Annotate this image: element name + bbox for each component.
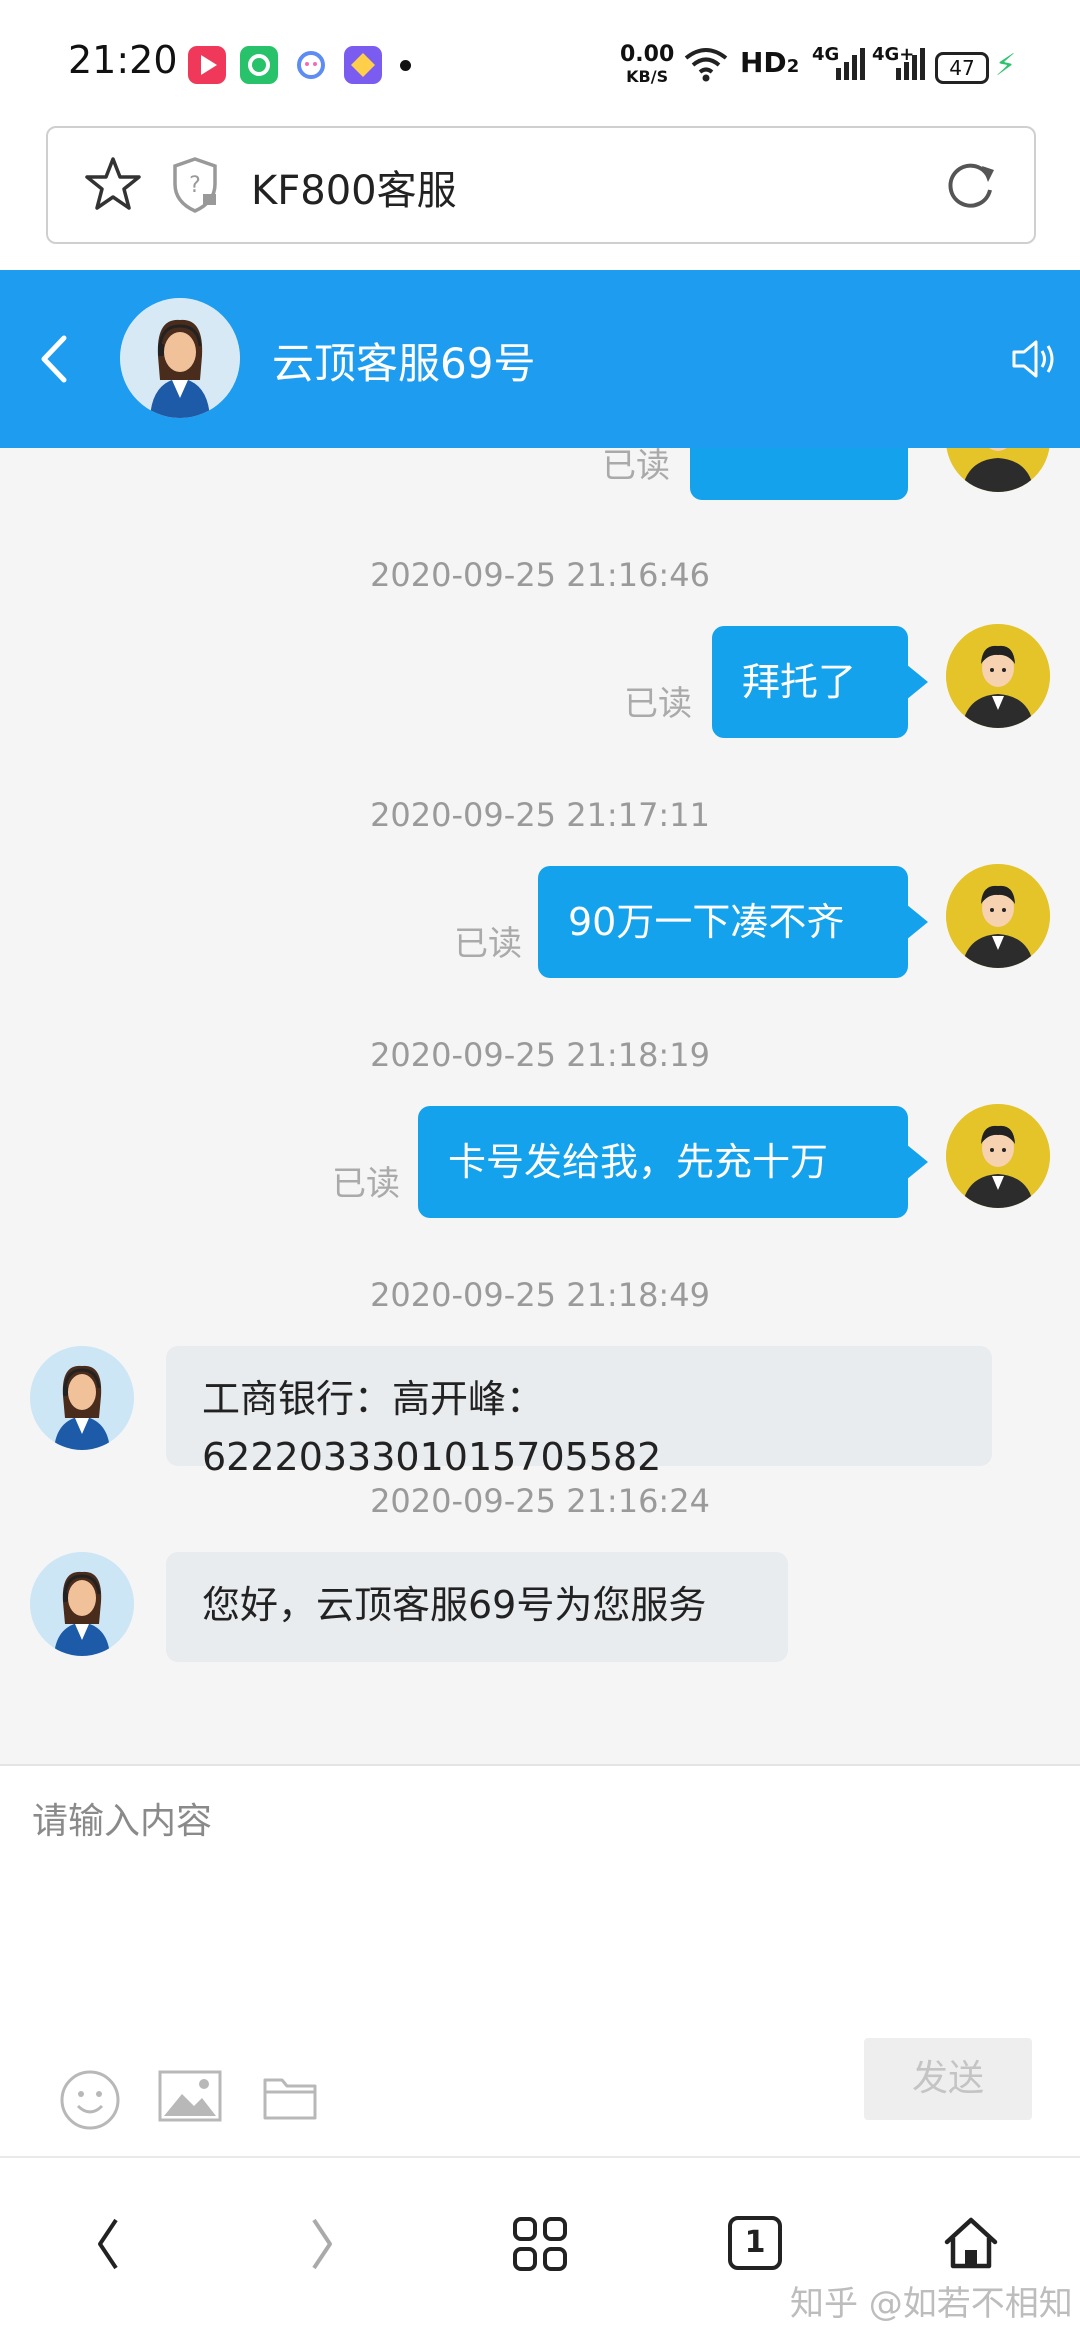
shield-question-icon[interactable]: ? [170,156,220,218]
agent-avatar [30,1346,134,1450]
app-green-icon [240,46,278,84]
read-status: 已读 [454,924,522,964]
hd-indicator: HD2 [740,46,799,79]
folder-icon[interactable] [262,2072,318,2126]
browser-toolbar: ? KF800客服 [0,118,1080,270]
nav-forward-icon[interactable] [306,2214,338,2278]
message-timestamp: 2020-09-25 21:18:49 [370,1276,710,1314]
chat-messages: 已读 2020-09-25 21:16:46 已读 拜托了 2020-09-25… [0,448,1080,1764]
status-time: 21:20 [68,38,178,82]
speaker-icon[interactable] [1010,336,1058,386]
nav-back-icon[interactable] [92,2214,124,2278]
incoming-message-line: 6222033301015705582 [202,1435,662,1479]
incoming-message[interactable]: 工商银行：高开峰： 6222033301015705582 [166,1346,992,1479]
browser-nav-bar: 1 知乎 @如若不相知 [0,2156,1080,2342]
sim1-label: 4G [812,44,840,65]
user-avatar [946,864,1050,968]
star-icon[interactable] [84,156,142,216]
signal-icon: 4G [812,44,872,88]
nav-home-icon[interactable] [942,2214,1000,2276]
hd-sub: 2 [786,56,800,77]
partial-outgoing-bubble [690,448,908,500]
net-speed-unit: KB/S [626,67,669,86]
url-bar[interactable]: ? KF800客服 [46,126,1036,244]
app-red-play-icon [188,46,226,84]
battery-icon: 47 [935,52,989,84]
outgoing-message[interactable]: 90万一下凑不齐 [538,866,928,978]
message-timestamp: 2020-09-25 21:16:46 [370,556,710,594]
chat-title: 云顶客服69号 [272,339,536,388]
image-icon[interactable] [158,2068,222,2128]
read-status: 已读 [602,448,670,486]
wifi-icon [684,46,728,86]
url-text[interactable]: KF800客服 [251,158,457,216]
tab-count: 1 [744,2225,766,2260]
nav-grid-icon[interactable] [512,2216,568,2276]
send-button[interactable]: 发送 [864,2038,1032,2120]
signal-icon-2: 4G+ [872,44,932,88]
agent-avatar [120,298,240,418]
net-speed-value: 0.00 [620,42,675,67]
chat-header: 云顶客服69号 [0,270,1080,448]
emoji-icon[interactable] [58,2068,122,2136]
user-avatar [946,1104,1050,1208]
outgoing-message[interactable]: 卡号发给我，先充十万 [418,1106,928,1218]
message-input[interactable]: 请输入内容 [32,1792,212,1844]
read-status: 已读 [624,684,692,724]
app-purple-icon [344,46,382,84]
status-bar: 21:20 0.00 KB/S HD2 4G 4G+ 47 ⚡ [0,0,1080,118]
message-timestamp: 2020-09-25 21:18:19 [370,1036,710,1074]
refresh-icon[interactable] [944,158,998,216]
read-status: 已读 [332,1164,400,1204]
outgoing-message[interactable]: 拜托了 [712,626,928,738]
incoming-message-line: 您好，云顶客服69号为您服务 [202,1583,707,1627]
nav-tabs-icon[interactable]: 1 [728,2216,782,2270]
charging-bolt-icon: ⚡ [995,48,1017,83]
sim2-label: 4G+ [872,44,915,65]
user-avatar [946,448,1050,492]
hd-label: HD [740,46,787,79]
net-speed: 0.00 KB/S [620,44,674,88]
user-avatar [946,624,1050,728]
app-qq-icon [292,46,330,84]
watermark: 知乎 @如若不相知 [790,2284,1073,2324]
message-composer: 请输入内容 发送 [0,1764,1080,2158]
notification-dot-icon [400,60,411,71]
incoming-message-line: 工商银行：高开峰： [202,1377,545,1421]
message-timestamp: 2020-09-25 21:16:24 [370,1482,710,1520]
agent-avatar [30,1552,134,1656]
message-timestamp: 2020-09-25 21:17:11 [370,796,710,834]
incoming-message[interactable]: 您好，云顶客服69号为您服务 [166,1552,788,1662]
svg-text:?: ? [189,173,201,198]
back-chevron-icon[interactable] [36,332,72,390]
